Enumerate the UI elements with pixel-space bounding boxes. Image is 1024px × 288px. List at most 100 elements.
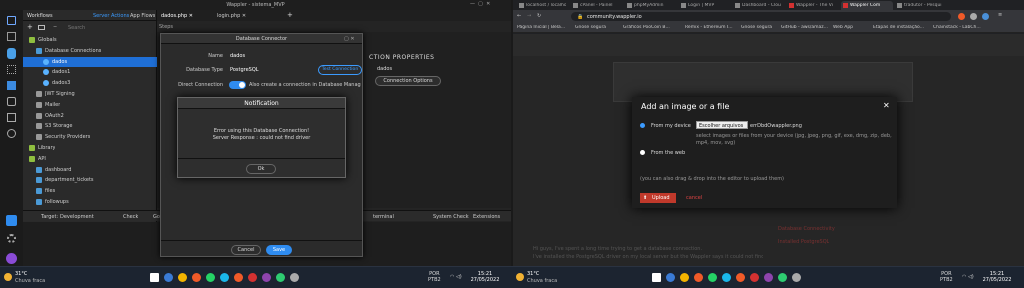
browser-icon[interactable]: [234, 273, 243, 282]
bookmark-item[interactable]: Gnose segura: [741, 25, 772, 30]
menu-icon[interactable]: ≡: [998, 12, 1002, 18]
search-input[interactable]: Search: [68, 25, 85, 31]
cancel-link[interactable]: cancel: [686, 195, 702, 201]
wappler-icon[interactable]: [248, 273, 257, 282]
app-icon[interactable]: [262, 273, 271, 282]
tree-item[interactable]: department_tickets: [23, 175, 157, 185]
lang-right[interactable]: POR PTB2: [940, 271, 953, 283]
choose-file-button[interactable]: Escolher arquivos: [696, 121, 748, 129]
browser-tab[interactable]: Login | MVP: [679, 1, 731, 10]
browser-tab[interactable]: Wappler - The Vi: [787, 1, 839, 10]
explorer-icon[interactable]: [178, 273, 187, 282]
name-field[interactable]: dados: [230, 53, 245, 59]
add-icon[interactable]: +: [27, 23, 33, 31]
tree-item[interactable]: Mailer: [23, 100, 157, 110]
weather-icon-right[interactable]: [516, 273, 524, 281]
brave-icon[interactable]: [192, 273, 201, 282]
target-select[interactable]: Development: [60, 214, 94, 220]
tray-icons-right[interactable]: ◠ ◁): [962, 274, 974, 280]
browser-icon[interactable]: [736, 273, 745, 282]
clock-left[interactable]: 15:21 27/05/2022: [470, 271, 500, 283]
explorer-icon[interactable]: [680, 273, 689, 282]
bookmark-item[interactable]: Etapas de instalação...: [873, 25, 924, 30]
upload-button[interactable]: ⬆ Upload: [640, 193, 676, 203]
database-icon[interactable]: [7, 48, 16, 59]
ok-button[interactable]: Ok: [246, 164, 276, 174]
layers-icon[interactable]: [7, 32, 16, 41]
check-button[interactable]: Check: [123, 214, 138, 220]
wappler-icon[interactable]: [750, 273, 759, 282]
clock-right[interactable]: 15:21 27/05/2022: [982, 271, 1012, 283]
tray-icons-left[interactable]: ◠ ◁): [450, 274, 462, 280]
app-icon[interactable]: [792, 273, 801, 282]
account-icon[interactable]: [6, 253, 17, 264]
whatsapp-icon[interactable]: [708, 273, 717, 282]
server-icon[interactable]: [7, 81, 16, 90]
tree-item[interactable]: Library: [23, 143, 157, 153]
extension-icon[interactable]: [970, 13, 977, 20]
lang-left[interactable]: POR PTB2: [428, 271, 441, 283]
assets-icon[interactable]: [7, 97, 16, 106]
window-controls[interactable]: — ▢ ✕: [470, 1, 490, 7]
settings-icon[interactable]: [7, 234, 16, 243]
profile-icon[interactable]: [982, 13, 989, 20]
tree-item[interactable]: followups: [23, 197, 157, 207]
terminal-button[interactable]: terminal: [373, 214, 394, 220]
git-icon[interactable]: [7, 129, 16, 138]
app-icon[interactable]: [764, 273, 773, 282]
tab-workflows[interactable]: Workflows: [27, 13, 53, 19]
go-button[interactable]: Go: [153, 214, 160, 220]
bookmark-item[interactable]: GitHub - aws/amaz...: [781, 25, 828, 30]
radio-web[interactable]: [640, 150, 645, 155]
tree-item[interactable]: Globals: [23, 35, 157, 45]
tree-item[interactable]: Security Providers: [23, 132, 157, 142]
browser-tab[interactable]: phpMyAdmin: [625, 1, 677, 10]
radio-device[interactable]: [640, 123, 645, 128]
bookmark-item[interactable]: Remix - Ethereum I...: [685, 25, 733, 30]
cancel-button[interactable]: Cancel: [231, 245, 261, 255]
connection-options-button[interactable]: Connection Options: [375, 76, 441, 86]
grid-icon[interactable]: [7, 65, 16, 74]
direct-connection-toggle[interactable]: [229, 81, 246, 89]
tab-login[interactable]: login.php ✕: [217, 13, 246, 19]
new-tab-button[interactable]: +: [287, 11, 293, 19]
whatsapp-icon[interactable]: [206, 273, 215, 282]
vscode-icon[interactable]: [722, 273, 731, 282]
search-icon[interactable]: [164, 273, 173, 282]
tree-item[interactable]: JWT Signing: [23, 89, 157, 99]
bookmark-item[interactable]: Chainstack - LabCh...: [933, 25, 981, 30]
tree-item[interactable]: Database Connections: [23, 46, 157, 56]
app-icon[interactable]: [290, 273, 299, 282]
browser-tab[interactable]: Dashboard - Clou: [733, 1, 785, 10]
bookmark-item[interactable]: Web App: [833, 25, 853, 30]
type-select[interactable]: PostgreSQL: [230, 67, 259, 73]
tree-item[interactable]: dashboard: [23, 165, 157, 175]
browser-tab[interactable]: Wappler Com: [841, 1, 893, 10]
forward-icon[interactable]: →: [527, 13, 531, 19]
system-check-button[interactable]: System Check: [433, 214, 469, 220]
save-button[interactable]: Save: [266, 245, 292, 255]
tree-item[interactable]: dados: [23, 56, 157, 67]
app-icon[interactable]: [778, 273, 787, 282]
folder-icon[interactable]: [38, 25, 45, 30]
extensions-button[interactable]: Extensions: [473, 214, 500, 220]
test-connection-button[interactable]: Test Connection: [318, 65, 362, 75]
bookmark-item[interactable]: Página Inicial | Bela...: [517, 25, 565, 30]
tab-server-actions[interactable]: Server Actions: [93, 13, 129, 19]
close-icon[interactable]: ✕: [883, 101, 890, 110]
search-icon[interactable]: [666, 273, 675, 282]
bookmark-item[interactable]: Gnose segura: [575, 25, 606, 30]
browser-tab[interactable]: tradutor - Pesqui: [895, 1, 947, 10]
resources-icon[interactable]: [7, 113, 16, 122]
extension-icons[interactable]: ≡: [958, 12, 1018, 20]
tree-item[interactable]: OAuth2: [23, 111, 157, 121]
wappler-logo-icon[interactable]: [6, 215, 17, 226]
tree-item[interactable]: files: [23, 186, 157, 196]
reload-icon[interactable]: ↻: [537, 13, 541, 19]
start-icon[interactable]: [150, 273, 159, 282]
tree-item[interactable]: S3 Storage: [23, 121, 157, 131]
brave-icon[interactable]: [694, 273, 703, 282]
app-icon[interactable]: [276, 273, 285, 282]
start-icon[interactable]: [652, 273, 661, 282]
tree-item[interactable]: API: [23, 154, 157, 164]
